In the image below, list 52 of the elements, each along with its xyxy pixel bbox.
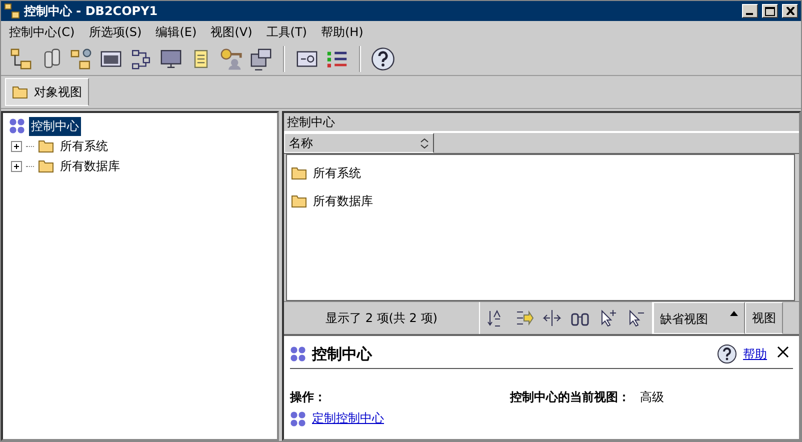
view-button[interactable]: 视图	[745, 302, 783, 334]
help-link[interactable]: 帮助	[743, 346, 767, 362]
actions-label: 操作：	[290, 389, 327, 406]
filter-arrow-icon[interactable]	[514, 308, 534, 328]
maximize-button[interactable]	[762, 4, 778, 18]
window-title: 控制中心 - DB2COPY1	[24, 2, 159, 20]
menu-item[interactable]: 工具(T)	[266, 24, 307, 40]
folder-icon	[12, 85, 28, 99]
flow-icon[interactable]	[129, 47, 153, 71]
minimize-button[interactable]	[742, 4, 758, 18]
key-user-icon[interactable]	[219, 47, 243, 71]
monitor-icon[interactable]	[159, 47, 183, 71]
help-icon[interactable]	[717, 344, 737, 364]
details-title: 控制中心	[312, 344, 374, 364]
app-icon	[4, 3, 20, 19]
folder-icon	[291, 194, 307, 208]
menu-item[interactable]: 控制中心(C)	[9, 24, 75, 40]
status-text: 显示了 2 项(共 2 项)	[326, 310, 438, 326]
dots-icon	[9, 118, 25, 134]
menu-item[interactable]: 编辑(E)	[156, 24, 197, 40]
close-icon	[777, 346, 789, 358]
folder-user-icon[interactable]	[69, 47, 93, 71]
maximize-icon	[765, 6, 775, 16]
tree-item[interactable]: 所有数据库	[58, 156, 122, 176]
caret-icon	[730, 311, 738, 316]
close-icon	[786, 7, 794, 15]
tree-item[interactable]: 所有系统	[58, 136, 110, 156]
menu-item[interactable]: 帮助(H)	[320, 24, 364, 40]
tab[interactable]: 对象视图	[5, 78, 89, 106]
breadcrumb: 控制中心	[287, 114, 335, 130]
current-view-value: 高级	[640, 389, 664, 406]
expander-icon[interactable]	[11, 160, 22, 172]
menu-item[interactable]: 所选项(S)	[88, 24, 142, 40]
expander-icon[interactable]	[11, 140, 22, 152]
menu-item[interactable]: 视图(V)	[210, 24, 252, 40]
column-header[interactable]: 名称	[284, 133, 434, 153]
customize-link[interactable]: 定制控制中心	[312, 410, 384, 427]
folder-tree-icon[interactable]	[9, 47, 33, 71]
sort-icon	[420, 138, 429, 148]
list-item[interactable]: 所有系统	[313, 164, 361, 182]
split-arrows-icon[interactable]	[542, 308, 562, 328]
list-item[interactable]: 所有数据库	[313, 192, 373, 210]
dots-icon	[290, 410, 306, 426]
view-dropdown[interactable]: 缺省视图	[653, 302, 745, 334]
dots-icon	[290, 346, 306, 362]
folder-icon	[38, 159, 54, 173]
tree-item[interactable]: 控制中心	[29, 116, 81, 136]
folder-icon	[291, 166, 307, 180]
current-view-label: 控制中心的当前视图：	[510, 389, 630, 406]
folder-icon	[38, 139, 54, 153]
close-button[interactable]	[782, 4, 798, 18]
help-icon[interactable]	[371, 47, 395, 71]
